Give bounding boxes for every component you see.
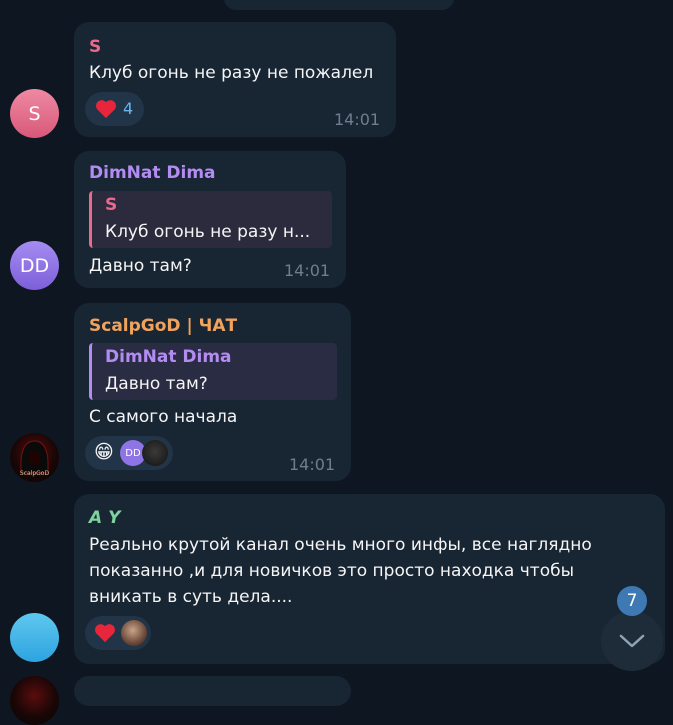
quote-text: Давно там? [105,374,208,394]
quote-author: S [105,195,118,215]
message-bubble[interactable]: ScalpGoD | ЧАТ DimNat Dima Давно там? С … [74,303,351,481]
message-bubble[interactable] [74,676,351,706]
grinning-emoji-icon: 😁 [94,441,114,463]
message-bubble[interactable]: S Клуб огонь не разу не пожалел 4 14:01 [74,22,396,137]
message-bubble[interactable]: 𝘼 𝙔 Реально крутой канал очень много инф… [74,494,665,664]
message-author[interactable]: 𝘼 𝙔 [89,508,120,528]
avatar[interactable]: DD [10,241,59,290]
avatar-initials: DD [19,254,50,277]
message-text: С самого начала [89,407,238,427]
quote-text: Клуб огонь не разу н... [105,222,311,242]
scroll-to-bottom-button[interactable] [601,611,663,671]
avatar-label: ScalpGoD [19,470,50,477]
message-text: Клуб огонь не разу не пожалел [89,63,374,83]
message-author[interactable]: DimNat Dima [89,163,216,183]
previous-message-bubble[interactable] [224,0,454,10]
message-author[interactable]: ScalpGoD | ЧАТ [89,316,237,336]
message-time: 14:01 [284,261,331,280]
reactor-initials: DD [125,447,141,459]
heart-icon [95,624,115,643]
message-text-line: вникать в суть дела.... [89,587,293,607]
reaction-count: 4 [123,99,134,118]
reply-quote[interactable]: DimNat Dima Давно там? [89,343,337,400]
avatar-initials: S [28,102,41,125]
message-time: 14:01 [334,110,381,129]
avatar[interactable]: ScalpGoD [10,433,59,482]
avatar[interactable] [10,676,59,725]
quote-author: DimNat Dima [105,347,232,367]
message-text: Давно там? [89,256,192,276]
message-text-line: Реально крутой канал очень много инфы, в… [89,535,592,555]
message-author[interactable]: S [89,37,101,57]
reaction-chip[interactable]: 😁 DD [85,436,173,470]
message-time: 14:01 [289,455,336,474]
heart-icon [96,100,116,119]
reactor-avatar [142,440,168,466]
chevron-down-icon [619,634,645,648]
message-text-line: показанно ,и для новичков это просто нах… [89,561,575,581]
avatar[interactable] [10,613,59,662]
avatar[interactable]: S [10,89,59,138]
reactor-avatar [121,620,147,646]
unread-count-badge[interactable]: 7 [617,586,647,616]
reply-quote[interactable]: S Клуб огонь не разу н... [89,191,332,248]
message-bubble[interactable]: DimNat Dima S Клуб огонь не разу н... Да… [74,151,346,288]
reaction-chip[interactable] [85,616,151,650]
unread-count: 7 [626,591,638,611]
reaction-chip[interactable]: 4 [85,92,144,126]
